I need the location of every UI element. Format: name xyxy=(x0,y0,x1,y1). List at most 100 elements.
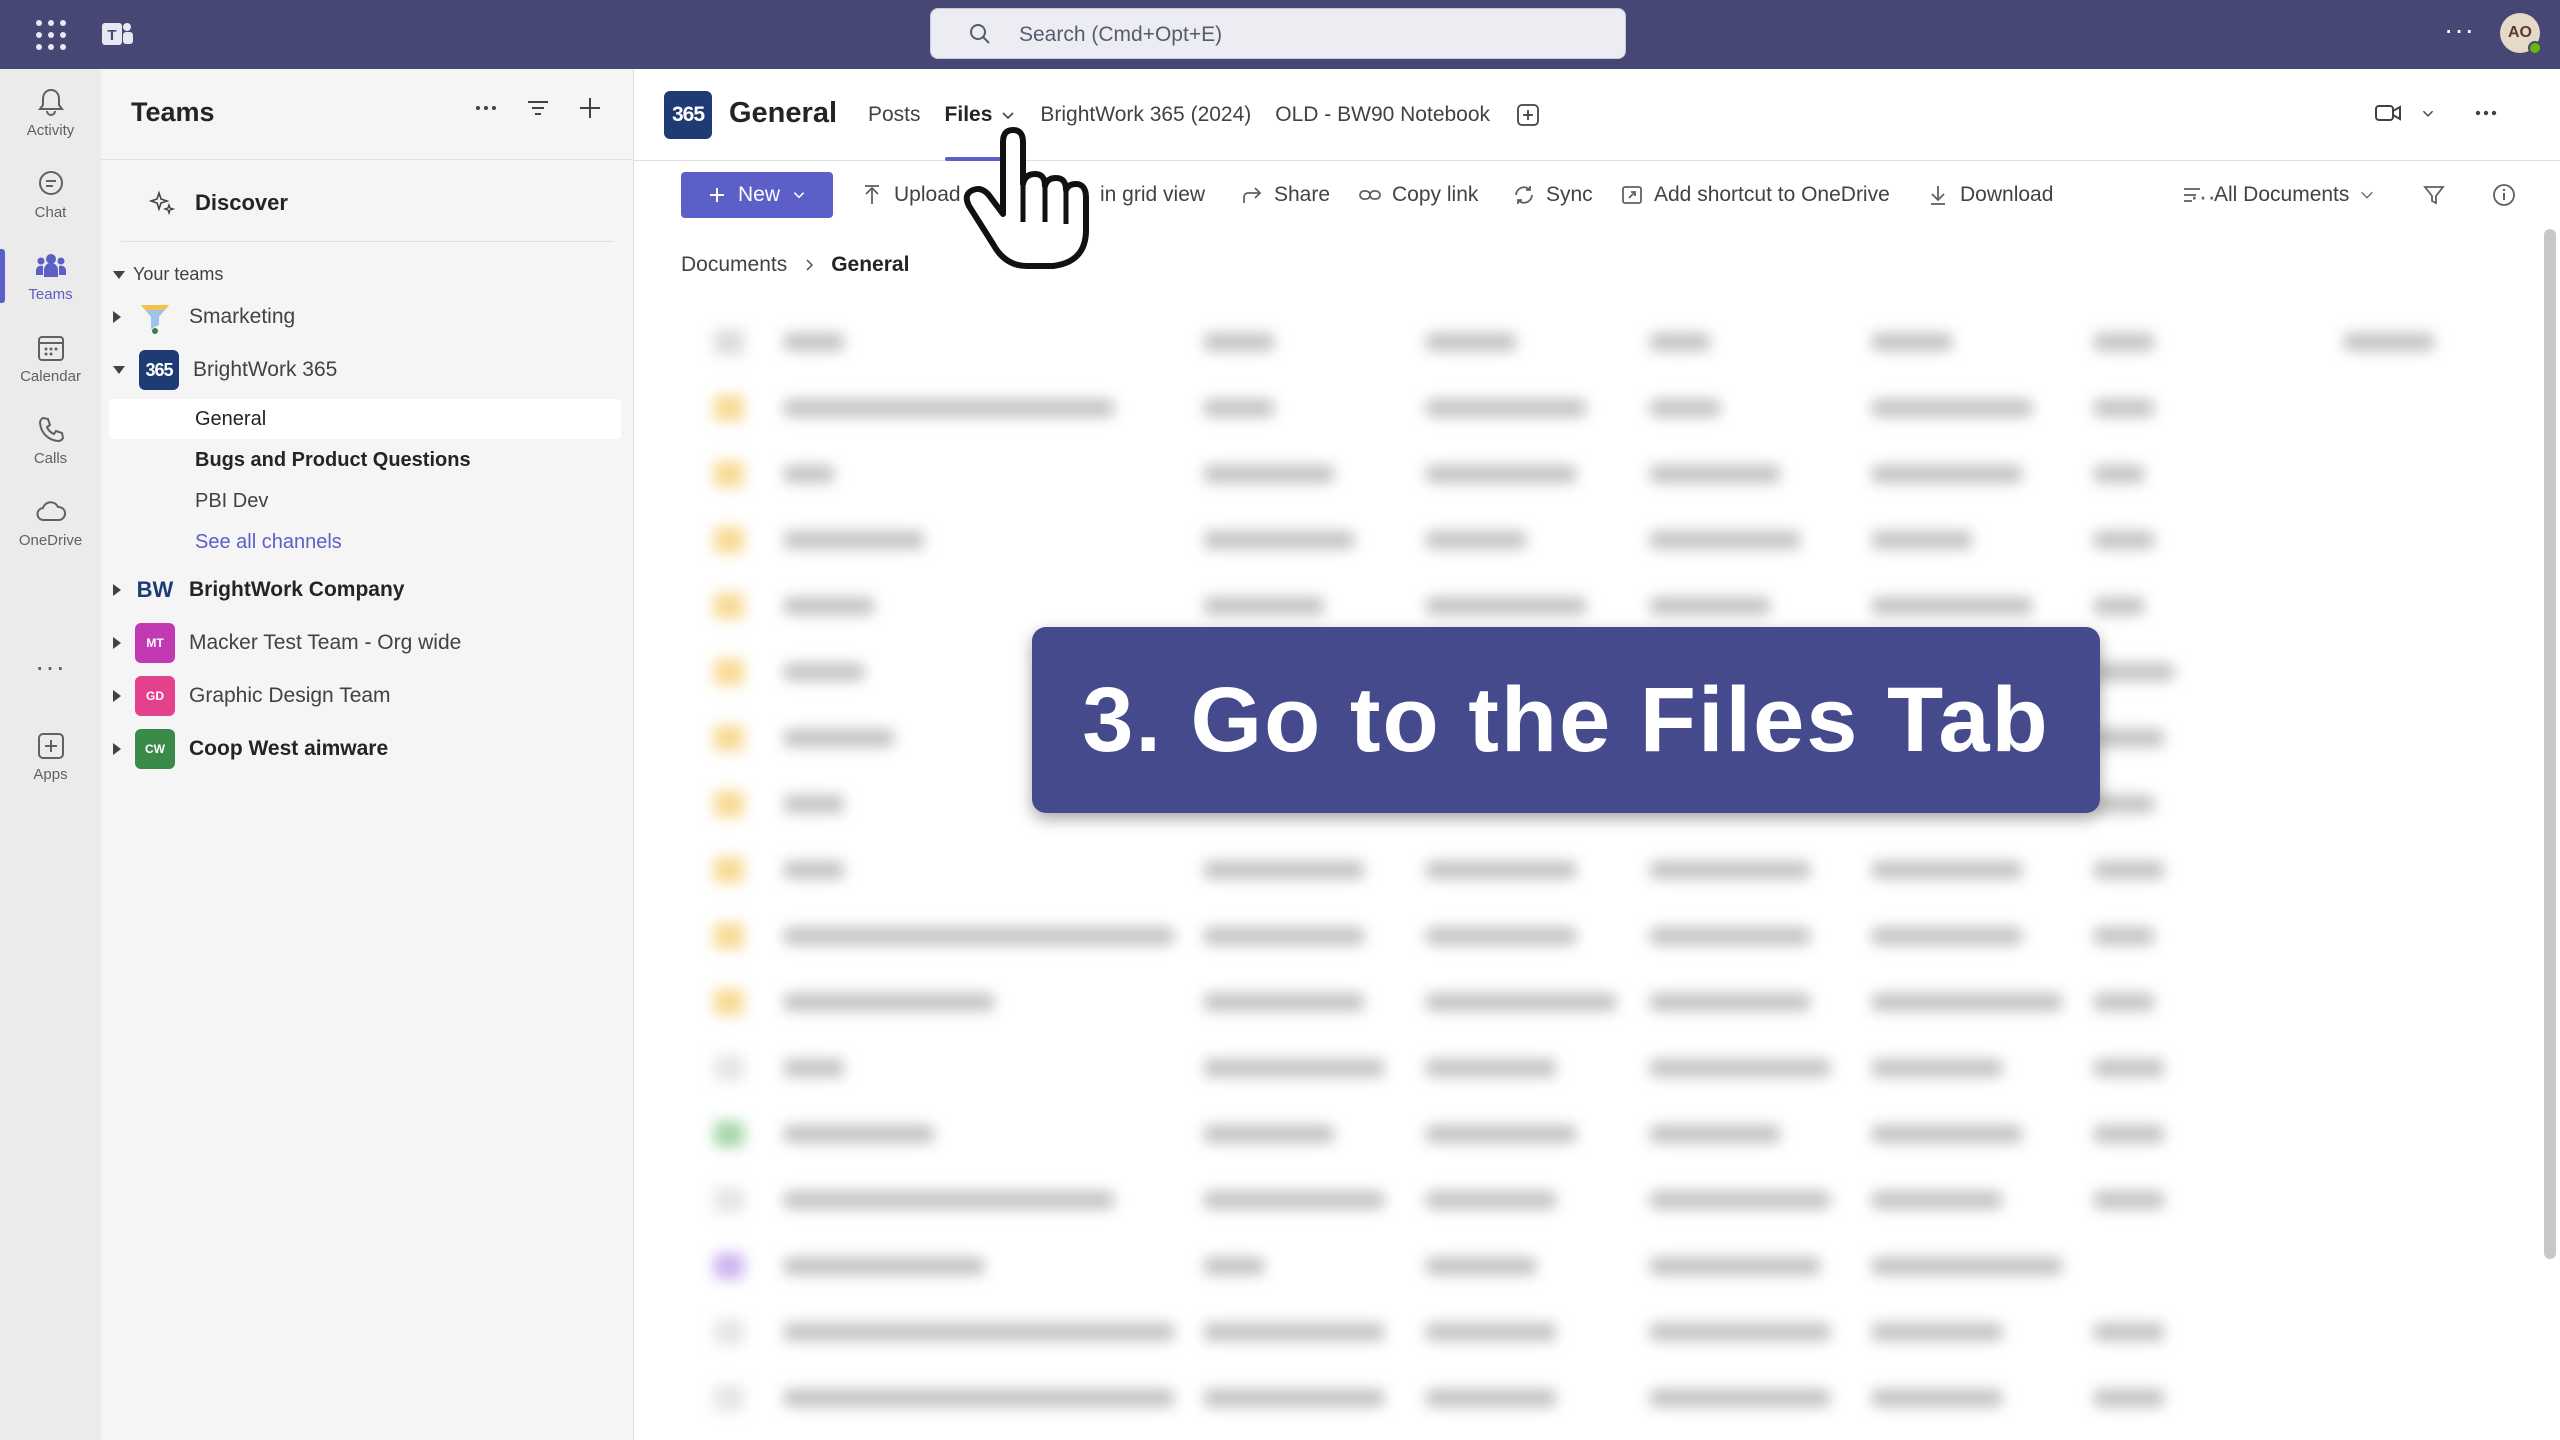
share-button[interactable]: Share xyxy=(1240,179,1330,211)
panel-title: Teams xyxy=(131,97,215,127)
info-icon[interactable] xyxy=(2492,183,2516,207)
channel-general[interactable]: General xyxy=(109,399,621,439)
new-label: New xyxy=(737,183,780,206)
table-row xyxy=(714,375,2504,441)
header-actions xyxy=(2374,99,2500,127)
rail-label: OneDrive xyxy=(18,531,83,549)
vertical-scrollbar[interactable] xyxy=(2544,229,2556,1259)
download-icon xyxy=(1931,186,1945,205)
more-apps-button[interactable]: ··· xyxy=(0,651,101,683)
smarketing-logo-icon xyxy=(141,305,169,334)
team-brightwork-365[interactable]: 365 BrightWork 365 xyxy=(113,346,621,394)
cloud-icon xyxy=(36,500,66,521)
tab-posts[interactable]: Posts xyxy=(856,69,933,161)
breadcrumb-general: General xyxy=(831,253,910,276)
table-row xyxy=(714,837,2504,903)
command-bar: New Upload in grid view Share Copy link … xyxy=(634,161,2560,227)
calendar-icon xyxy=(37,335,64,361)
bell-icon xyxy=(37,88,64,116)
team-brightwork-company[interactable]: BW BrightWork Company xyxy=(113,566,621,614)
divider xyxy=(121,241,614,242)
search-box[interactable]: Search (Cmd+Opt+E) xyxy=(930,8,1626,59)
rail-label: Chat xyxy=(34,203,67,221)
team-name: BrightWork 365 xyxy=(193,358,338,381)
rail-item-apps[interactable]: Apps xyxy=(0,717,101,795)
filter-icon[interactable] xyxy=(2422,183,2446,207)
more-options-icon[interactable] xyxy=(473,95,499,121)
rail-item-teams[interactable]: Teams xyxy=(0,237,101,315)
new-button[interactable]: New xyxy=(681,172,833,218)
rail-item-onedrive[interactable]: OneDrive xyxy=(0,483,101,561)
chevron-down-icon xyxy=(1002,112,1014,120)
rail-item-chat[interactable]: Chat xyxy=(0,155,101,233)
team-name: Macker Test Team - Org wide xyxy=(189,631,462,654)
upload-icon xyxy=(865,185,879,204)
tab-old-bw90-notebook[interactable]: OLD - BW90 Notebook xyxy=(1263,69,1502,161)
team-name: Coop West aimware xyxy=(189,737,389,760)
filter-lines-icon[interactable] xyxy=(525,95,551,121)
table-row xyxy=(714,1365,2504,1431)
rail-label: Calendar xyxy=(20,367,81,385)
more-options-icon[interactable] xyxy=(2472,99,2500,127)
sync-button[interactable]: Sync xyxy=(1512,179,1593,211)
download-label: Download xyxy=(1960,183,2054,206)
panel-tools xyxy=(473,95,603,121)
team-macker-test-team[interactable]: MT Macker Test Team - Org wide xyxy=(113,619,621,667)
channel-bugs-and-product-questions[interactable]: Bugs and Product Questions xyxy=(109,440,621,480)
teams-panel: Teams Discover Your teams Smarketing 365… xyxy=(101,69,634,1440)
rail-item-activity[interactable]: Activity xyxy=(0,73,101,151)
callout-text: 3. Go to the Files Tab xyxy=(1082,668,2050,771)
discover-label: Discover xyxy=(195,190,288,215)
copy-link-button[interactable]: Copy link xyxy=(1358,179,1478,211)
team-coop-west-aimware[interactable]: CW Coop West aimware xyxy=(113,725,621,773)
team-name: Smarketing xyxy=(189,305,296,328)
user-avatar[interactable]: AO xyxy=(2500,13,2542,55)
team-smarketing[interactable]: Smarketing xyxy=(113,293,621,341)
upload-button[interactable]: Upload xyxy=(860,179,961,211)
app-rail: Activity Chat Teams Calendar Calls OneDr… xyxy=(0,69,101,1440)
breadcrumb: Documents General xyxy=(681,253,909,277)
link-icon xyxy=(1359,190,1381,200)
team-graphic-design-team[interactable]: GD Graphic Design Team xyxy=(113,672,621,720)
chat-icon xyxy=(38,170,63,195)
rail-item-calls[interactable]: Calls xyxy=(0,401,101,479)
share-icon xyxy=(1243,187,1262,203)
settings-more-button[interactable]: ··· xyxy=(2444,14,2475,46)
team-avatar: GD xyxy=(135,676,175,716)
caret-right-icon xyxy=(113,637,121,649)
section-label: Your teams xyxy=(133,264,224,284)
add-icon[interactable] xyxy=(577,95,603,121)
edit-grid-view-button[interactable]: in grid view xyxy=(1100,179,1205,211)
table-row xyxy=(714,903,2504,969)
teams-logo-icon: T xyxy=(102,23,133,45)
chevron-down-icon[interactable] xyxy=(2420,105,2436,121)
search-icon xyxy=(970,24,990,44)
sparkle-icon xyxy=(149,190,175,216)
rail-item-calendar[interactable]: Calendar xyxy=(0,319,101,397)
chevron-down-icon xyxy=(2361,191,2374,199)
breadcrumb-documents[interactable]: Documents xyxy=(681,253,787,277)
discover-button[interactable]: Discover xyxy=(131,177,619,229)
table-row xyxy=(714,1167,2504,1233)
rail-label: Teams xyxy=(28,285,73,303)
add-shortcut-onedrive-button[interactable]: Add shortcut to OneDrive xyxy=(1620,179,1890,211)
channel-pbi-dev[interactable]: PBI Dev xyxy=(109,481,621,521)
share-label: Share xyxy=(1274,183,1331,206)
table-row xyxy=(714,507,2504,573)
team-avatar: CW xyxy=(135,729,175,769)
channel-team-logo: 365 xyxy=(664,91,712,139)
view-switcher[interactable]: All Documents xyxy=(2180,179,2375,211)
team-avatar: BW xyxy=(136,577,174,602)
see-all-channels-link[interactable]: See all channels xyxy=(109,522,621,562)
view-list-icon xyxy=(2184,188,2200,202)
caret-right-icon xyxy=(113,743,121,755)
teams-icon xyxy=(35,253,66,277)
app-launcher-icon[interactable] xyxy=(36,20,66,50)
divider xyxy=(101,159,634,160)
rail-label: Apps xyxy=(33,765,68,783)
download-button[interactable]: Download xyxy=(1926,179,2053,211)
table-row xyxy=(714,441,2504,507)
video-camera-icon[interactable] xyxy=(2374,99,2402,127)
your-teams-header[interactable]: Your teams xyxy=(113,264,223,285)
add-tab-icon[interactable] xyxy=(1516,103,1540,127)
